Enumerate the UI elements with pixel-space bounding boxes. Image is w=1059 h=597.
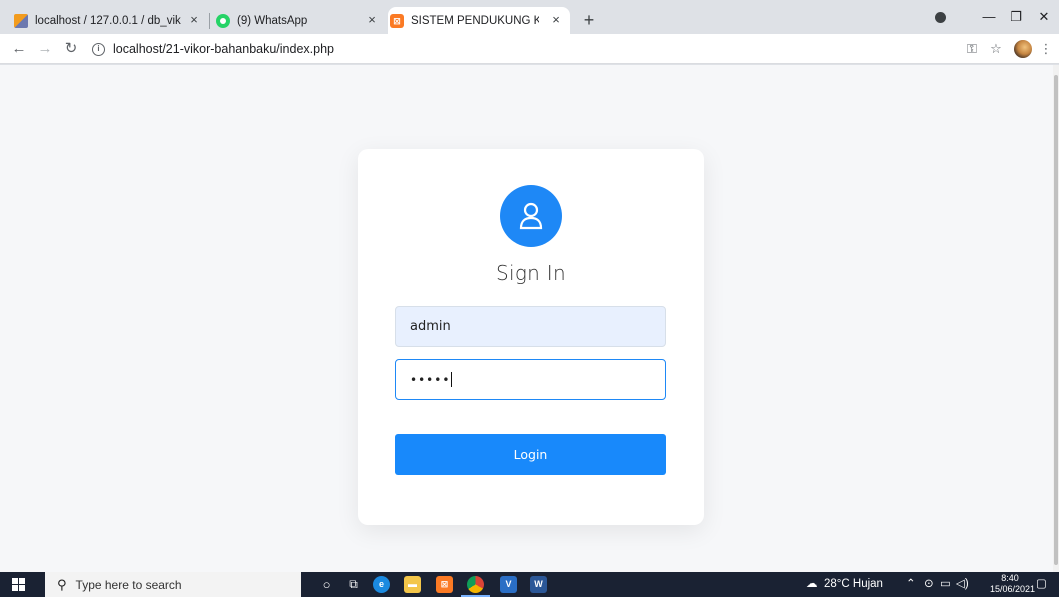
taskbar-search-placeholder: Type here to search: [75, 577, 182, 592]
tab-title: localhost / 127.0.0.1 / db_vikor_b: [35, 14, 181, 27]
username-input[interactable]: admin: [395, 306, 666, 347]
login-button[interactable]: Login: [395, 434, 666, 475]
tab-whatsapp[interactable]: (9) WhatsApp ×: [216, 7, 386, 34]
vscode-icon[interactable]: V: [500, 576, 517, 593]
page-viewport: Sign In admin ••••• Login: [0, 65, 1059, 572]
user-avatar-circle: [500, 185, 562, 247]
taskbar-search-box[interactable]: ⚲ Type here to search: [45, 572, 301, 597]
windows-start-icon[interactable]: [12, 578, 25, 591]
windows-taskbar: ⚲ Type here to search ○ ⧉ e ▬ ⊠ V W ☁ 28…: [0, 572, 1059, 597]
word-icon[interactable]: W: [530, 576, 547, 593]
browser-toolbar: ← → ↻ i localhost/21-vikor-bahanbaku/ind…: [0, 34, 1059, 64]
file-explorer-icon[interactable]: ▬: [404, 576, 421, 593]
volume-icon[interactable]: ◁): [956, 572, 969, 597]
task-view-icon[interactable]: ⧉: [345, 576, 362, 593]
network-icon[interactable]: ⊙: [924, 572, 934, 597]
login-card: Sign In admin ••••• Login: [358, 149, 704, 525]
close-window-button[interactable]: ✕: [1030, 6, 1058, 28]
address-bar[interactable]: i localhost/21-vikor-bahanbaku/index.php: [92, 37, 962, 61]
taskbar-clock[interactable]: 8:40 15/06/2021: [990, 573, 1036, 595]
username-value: admin: [410, 319, 451, 334]
password-value: •••••: [410, 372, 451, 387]
tab-close-icon[interactable]: ×: [548, 12, 564, 28]
menu-kebab-icon[interactable]: ⋮: [1036, 39, 1056, 59]
new-tab-button[interactable]: +: [578, 9, 600, 31]
bookmark-star-icon[interactable]: ☆: [986, 39, 1006, 59]
text-caret: [451, 372, 453, 387]
back-arrow-icon[interactable]: ←: [8, 38, 30, 60]
scrollbar-thumb[interactable]: [1054, 75, 1058, 565]
password-input[interactable]: •••••: [395, 359, 666, 400]
tray-expand-icon[interactable]: ⌃: [906, 572, 916, 597]
xampp-taskbar-icon[interactable]: ⊠: [436, 576, 453, 593]
battery-icon[interactable]: ▭: [940, 572, 951, 597]
reload-icon[interactable]: ↻: [60, 38, 82, 60]
key-icon[interactable]: ⚿: [962, 39, 982, 59]
edge-icon[interactable]: e: [373, 576, 390, 593]
tab-title: SISTEM PENDUKUNG KEPUTUSA: [411, 14, 539, 27]
user-icon: [519, 202, 543, 230]
phpmyadmin-icon: [14, 13, 28, 28]
profile-avatar[interactable]: [1014, 40, 1032, 58]
info-icon[interactable]: i: [92, 42, 105, 56]
restore-button[interactable]: ❐: [1002, 6, 1030, 28]
search-icon: ⚲: [57, 576, 67, 592]
signin-title: Sign In: [496, 261, 566, 285]
chrome-taskbar-icon[interactable]: [461, 576, 490, 597]
address-url: localhost/21-vikor-bahanbaku/index.php: [113, 42, 334, 56]
notification-icon[interactable]: ▢: [1036, 572, 1047, 597]
cortana-icon[interactable]: ○: [318, 576, 335, 593]
tab-sistem-pendukung-keputusan[interactable]: ⊠ SISTEM PENDUKUNG KEPUTUSA ×: [388, 7, 570, 34]
page-scrollbar[interactable]: [1053, 65, 1059, 572]
xampp-icon: ⊠: [390, 13, 404, 28]
clock-time: 8:40: [1001, 573, 1019, 583]
clock-date: 15/06/2021: [990, 584, 1036, 594]
minimize-button[interactable]: —: [975, 6, 1003, 28]
weather-text[interactable]: 28°C Hujan: [824, 572, 883, 597]
whatsapp-icon: [216, 13, 230, 28]
tab-divider: [209, 13, 210, 29]
weather-icon[interactable]: ☁: [806, 572, 818, 597]
tab-close-icon[interactable]: ×: [364, 12, 380, 28]
tab-title: (9) WhatsApp: [237, 14, 308, 27]
tab-phpmyadmin[interactable]: localhost / 127.0.0.1 / db_vikor_b ×: [14, 7, 208, 34]
chrome-profile-icon[interactable]: [935, 12, 946, 23]
tab-close-icon[interactable]: ×: [186, 12, 202, 28]
forward-arrow-icon[interactable]: →: [34, 38, 56, 60]
browser-tab-strip: localhost / 127.0.0.1 / db_vikor_b × (9)…: [0, 0, 1059, 34]
